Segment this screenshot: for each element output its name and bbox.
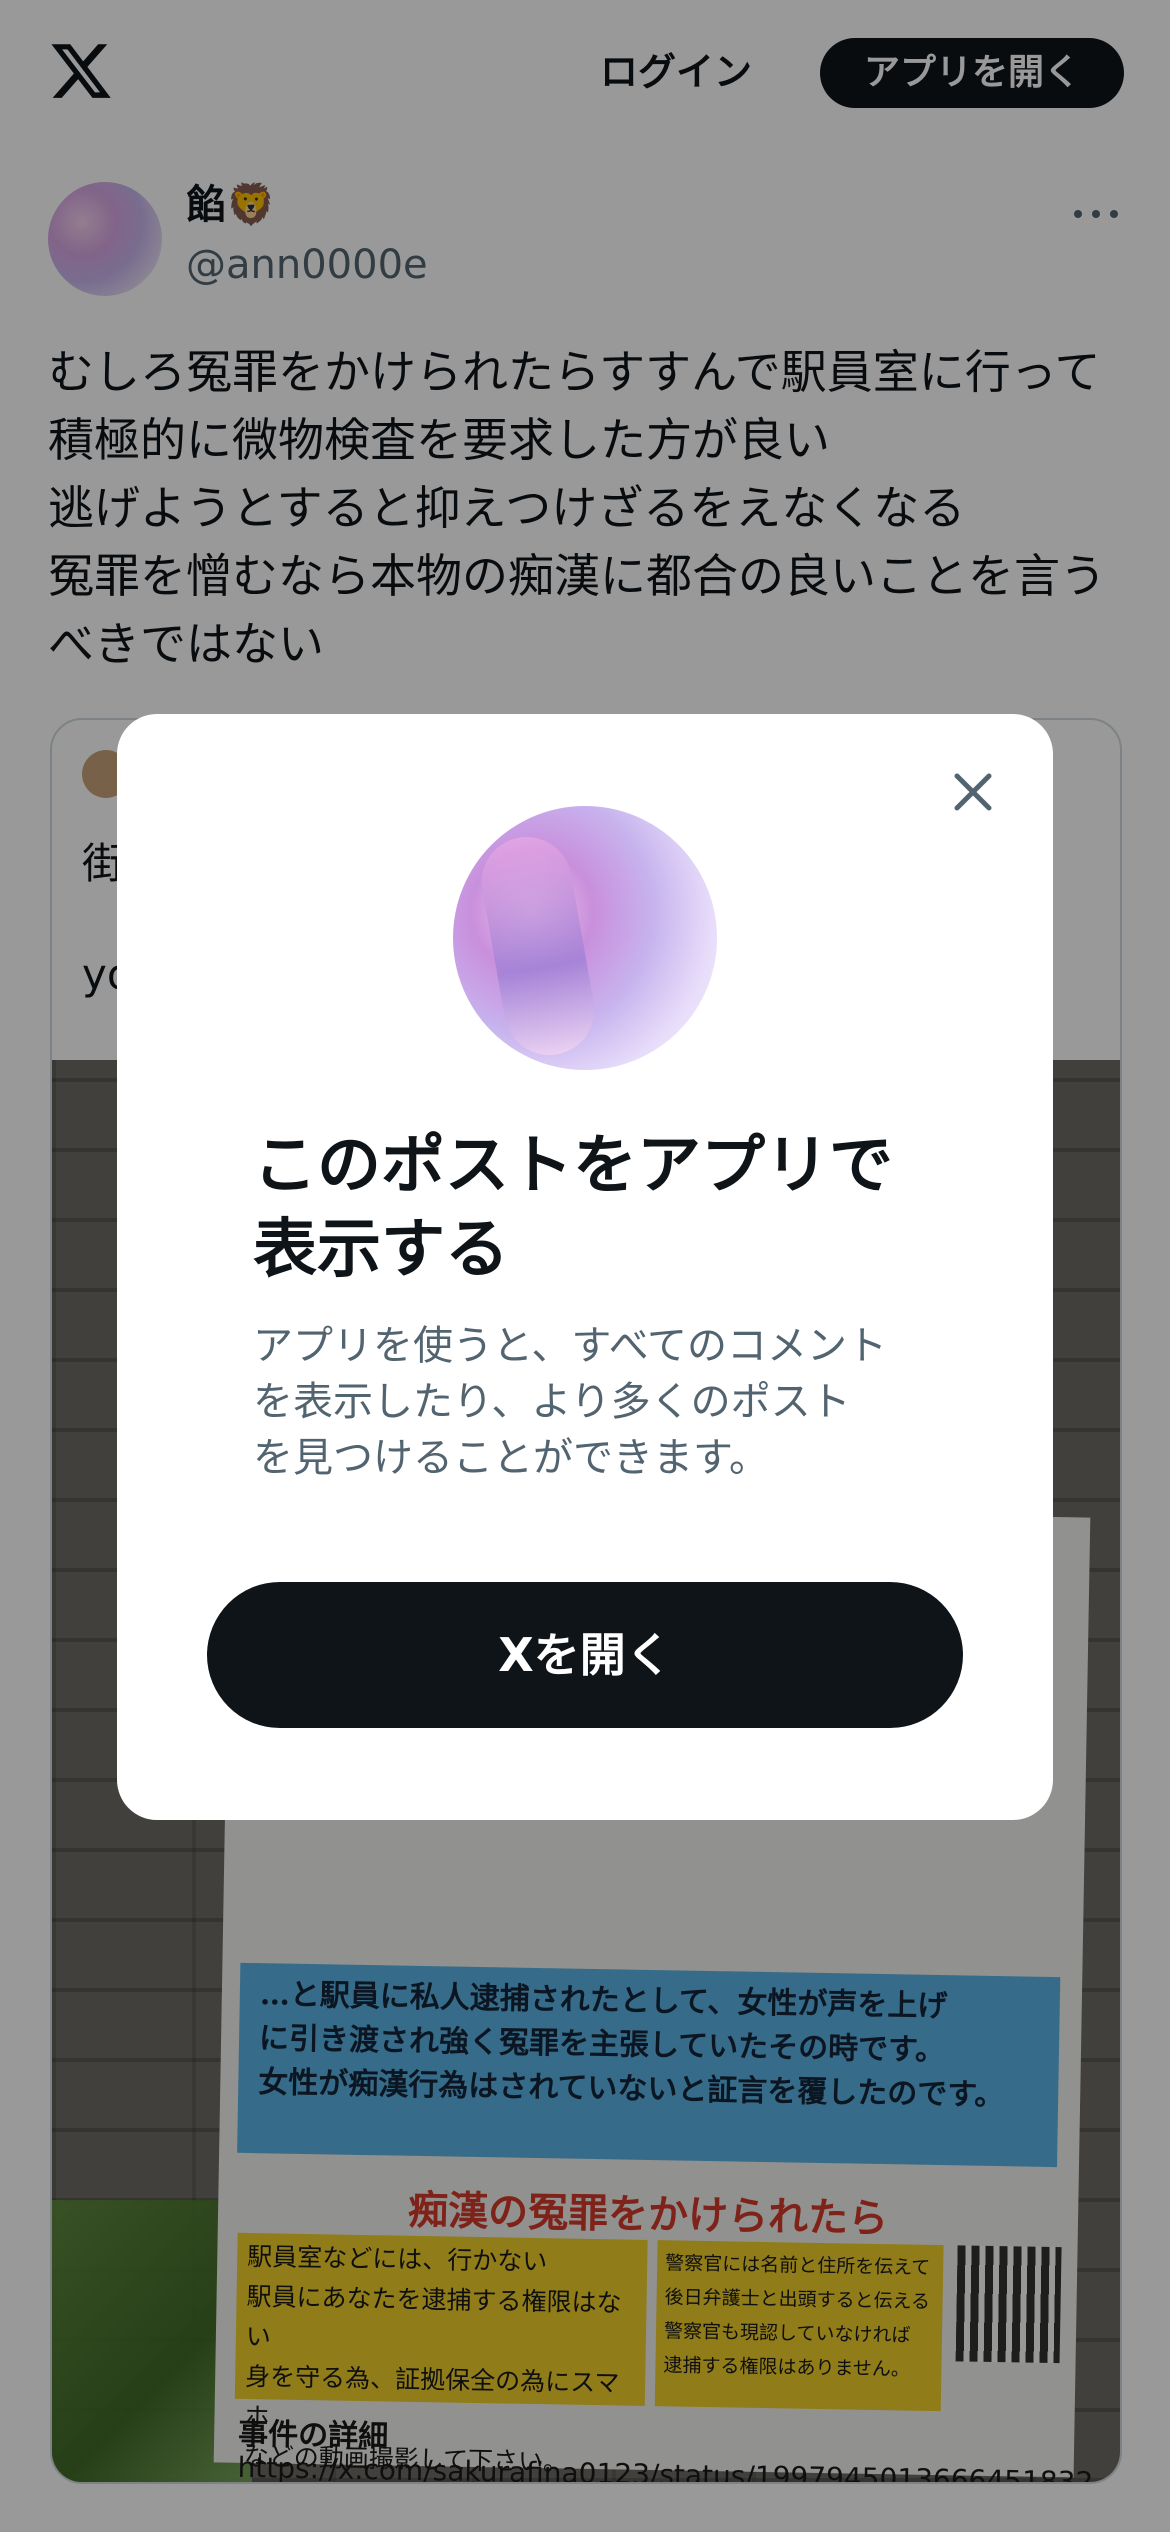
avatar-art — [474, 829, 602, 1063]
modal-avatar — [453, 806, 717, 1070]
modal-title: このポストをアプリで 表示する — [253, 1129, 893, 1287]
modal-description: アプリを使うと、すべてのコメント を表示したり、より多くのポスト を見つけること… — [253, 1323, 887, 1481]
open-x-button[interactable]: Xを開く — [207, 1582, 963, 1728]
close-icon[interactable] — [943, 762, 1003, 822]
open-in-app-modal: このポストをアプリで 表示する アプリを使うと、すべてのコメント を表示したり、… — [117, 714, 1053, 1820]
